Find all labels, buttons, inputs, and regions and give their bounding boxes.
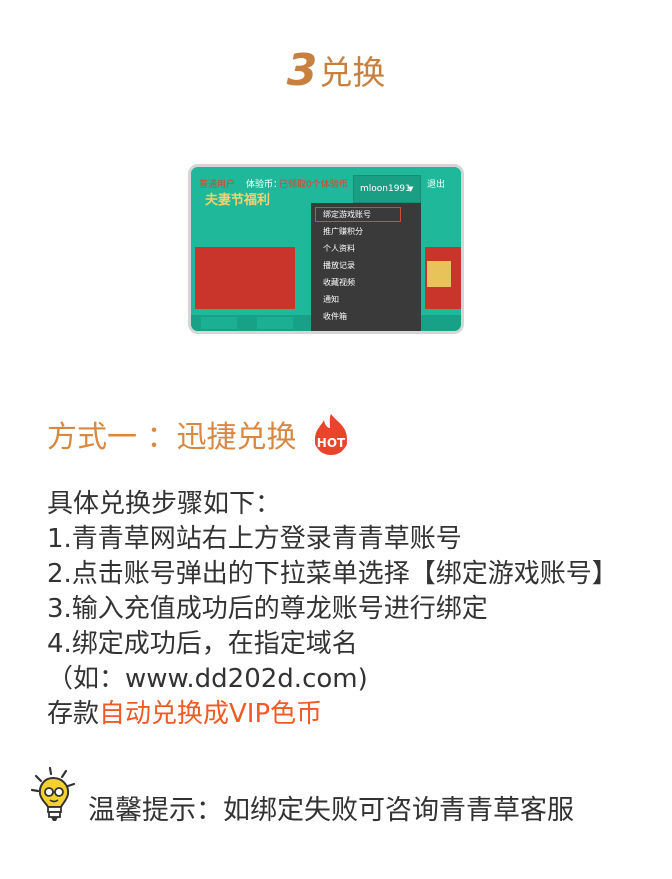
instruction-step-4: 4.绑定成功后，在指定域名 — [47, 629, 358, 659]
username-label: mloon1991 — [360, 184, 411, 194]
promo-banner — [195, 247, 295, 309]
username-dropdown-button[interactable]: mloon1991 ▼ — [353, 175, 421, 203]
nav-strip-item — [201, 317, 237, 329]
hot-flame-icon: HOT — [311, 412, 351, 456]
instruction-domain: （如：www.dd202d.com) — [47, 664, 368, 694]
menu-item-notifications[interactable]: 通知 — [323, 291, 415, 308]
method-heading: 方式一 ：迅捷兑换 HOT — [47, 412, 351, 456]
menu-item-inbox[interactable]: 收件箱 — [323, 308, 415, 325]
account-dropdown-menu: 绑定游戏账号 推广赚积分 个人资料 播放记录 收藏视频 通知 收件箱 — [311, 203, 421, 331]
method-title: 方式一 ：迅捷兑换 — [47, 420, 297, 455]
deposit-prefix: 存款 — [47, 699, 100, 729]
caret-down-icon: ▼ — [408, 185, 414, 193]
tip-text: 温馨提示：如绑定失败可咨询青青草客服 — [88, 795, 574, 826]
logout-link[interactable]: 退出 — [427, 167, 445, 203]
instruction-intro: 具体兑换步骤如下： — [47, 489, 282, 519]
instruction-step-3: 3.输入充值成功后的尊龙账号进行绑定 — [47, 594, 488, 624]
section-header: 3 兑换 — [0, 44, 672, 96]
lightbulb-icon — [28, 766, 80, 824]
instruction-step-2: 2.点击账号弹出的下拉菜单选择【绑定游戏账号】 — [47, 559, 618, 589]
nav-strip-item — [257, 317, 293, 329]
menu-item-promote[interactable]: 推广赚积分 — [323, 223, 415, 240]
experience-value: 已领取0个体验币 — [279, 180, 348, 190]
menu-item-bind-game-account[interactable]: 绑定游戏账号 — [323, 206, 415, 223]
instruction-deposit: 存款自动兑换成VIP色币 — [47, 697, 667, 732]
tip-row: 温馨提示：如绑定失败可咨询青青草客服 — [28, 766, 668, 826]
section-title: 兑换 — [319, 53, 386, 92]
step-number: 3 — [286, 44, 318, 96]
promo-banner-text: 夫妻节福利 — [205, 193, 271, 208]
menu-item-profile[interactable]: 个人资料 — [323, 240, 415, 257]
instruction-step-1: 1.青青草网站右上方登录青青草账号 — [47, 524, 462, 554]
hot-label: HOT — [316, 436, 345, 450]
deposit-highlight: 自动兑换成VIP色币 — [99, 699, 323, 729]
instruction-list: 具体兑换步骤如下： 1.青青草网站右上方登录青青草账号 2.点击账号弹出的下拉菜… — [47, 487, 667, 732]
promo-banner-decoration — [427, 261, 451, 287]
menu-item-favorites[interactable]: 收藏视频 — [323, 274, 415, 291]
menu-item-history[interactable]: 播放记录 — [323, 257, 415, 274]
account-menu-screenshot: 普通用户 体验币： 已领取0个体验币 mloon1991 ▼ 退出 夫妻节福利 … — [188, 164, 464, 334]
